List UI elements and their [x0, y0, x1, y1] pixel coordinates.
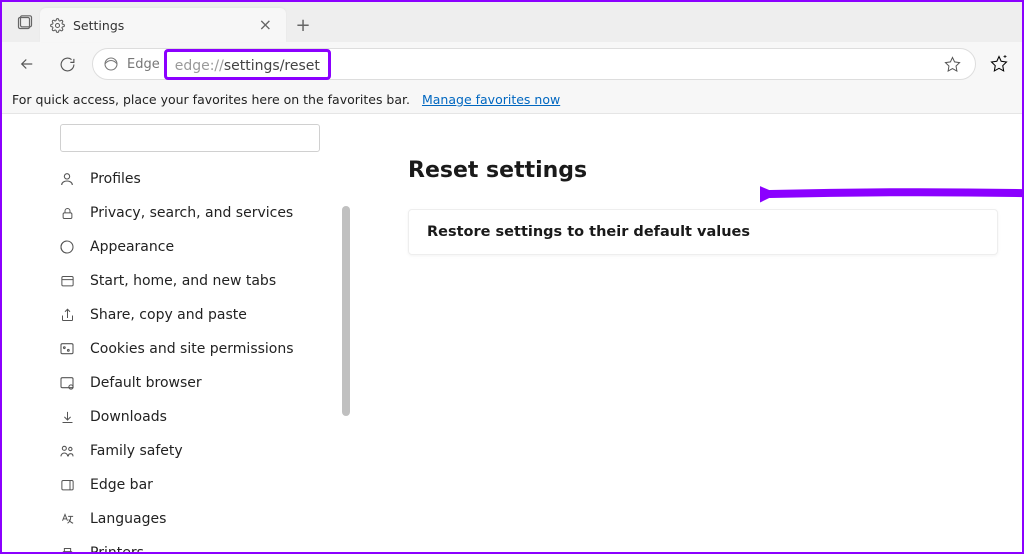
annotation-url-highlight: edge://settings/reset: [164, 49, 331, 80]
sidebar-item-label: Printers: [90, 545, 144, 552]
page-title: Reset settings: [408, 158, 1002, 183]
sidebar-item-label: Appearance: [90, 239, 174, 255]
sidebar-item-label: Privacy, search, and services: [90, 205, 293, 221]
favorite-star-icon[interactable]: [939, 51, 965, 77]
tab-settings[interactable]: Settings ×: [40, 8, 286, 42]
sidebar-item-label: Languages: [90, 511, 166, 527]
profiles-icon: [58, 170, 76, 188]
family-icon: [58, 442, 76, 460]
download-icon: [58, 408, 76, 426]
edgebar-icon: [58, 476, 76, 494]
sidebar-item-label: Profiles: [90, 171, 141, 187]
sidebar-item-edgebar[interactable]: Edge bar: [46, 468, 332, 502]
sidebar-item-profiles[interactable]: Profiles: [46, 162, 332, 196]
tab-actions-icon[interactable]: [10, 8, 40, 38]
default-browser-icon: [58, 374, 76, 392]
appearance-icon: [58, 238, 76, 256]
lock-icon: [58, 204, 76, 222]
sidebar-item-privacy[interactable]: Privacy, search, and services: [46, 196, 332, 230]
sidebar-item-label: Downloads: [90, 409, 167, 425]
sidebar-item-printers[interactable]: Printers: [46, 536, 332, 552]
favorites-bar-hint: For quick access, place your favorites h…: [2, 86, 1022, 114]
settings-search-input[interactable]: [60, 124, 320, 152]
sidebar-item-label: Share, copy and paste: [90, 307, 247, 323]
close-icon[interactable]: ×: [255, 15, 276, 35]
gear-icon: [50, 18, 65, 33]
edge-icon: [103, 56, 119, 72]
sidebar-item-languages[interactable]: Languages: [46, 502, 332, 536]
restore-defaults-card[interactable]: Restore settings to their default values: [408, 209, 998, 255]
sidebar-item-family[interactable]: Family safety: [46, 434, 332, 468]
sidebar-item-cookies[interactable]: Cookies and site permissions: [46, 332, 332, 366]
toolbar: Edge edge://settings/reset: [2, 42, 1022, 86]
content: Profiles Privacy, search, and services A…: [2, 114, 1022, 552]
settings-sidebar: Profiles Privacy, search, and services A…: [2, 114, 350, 552]
share-icon: [58, 306, 76, 324]
url-hint-label: Edge: [127, 57, 160, 72]
sidebar-item-label: Start, home, and new tabs: [90, 273, 276, 289]
sidebar-item-default-browser[interactable]: Default browser: [46, 366, 332, 400]
favorites-hub-icon[interactable]: [986, 51, 1012, 77]
sidebar-item-start[interactable]: Start, home, and new tabs: [46, 264, 332, 298]
settings-main: Reset settings Restore settings to their…: [350, 114, 1022, 552]
favorites-hint-text: For quick access, place your favorites h…: [12, 92, 410, 107]
sidebar-item-appearance[interactable]: Appearance: [46, 230, 332, 264]
new-tab-button[interactable]: +: [286, 8, 320, 42]
window-icon: [58, 272, 76, 290]
sidebar-scrollbar[interactable]: [342, 124, 350, 544]
printers-icon: [58, 544, 76, 552]
cookies-icon: [58, 340, 76, 358]
tab-strip: Settings × +: [2, 2, 1022, 42]
refresh-button[interactable]: [52, 49, 82, 79]
sidebar-item-label: Edge bar: [90, 477, 153, 493]
languages-icon: [58, 510, 76, 528]
sidebar-item-label: Default browser: [90, 375, 202, 391]
sidebar-item-share[interactable]: Share, copy and paste: [46, 298, 332, 332]
sidebar-item-label: Cookies and site permissions: [90, 341, 294, 357]
address-bar[interactable]: Edge edge://settings/reset: [92, 48, 976, 80]
sidebar-item-label: Family safety: [90, 443, 183, 459]
sidebar-item-downloads[interactable]: Downloads: [46, 400, 332, 434]
url-text: edge://settings/reset: [175, 58, 320, 74]
sidebar-scrollbar-thumb[interactable]: [342, 206, 350, 416]
tab-title: Settings: [73, 18, 247, 33]
back-button[interactable]: [12, 49, 42, 79]
manage-favorites-link[interactable]: Manage favorites now: [422, 92, 560, 107]
